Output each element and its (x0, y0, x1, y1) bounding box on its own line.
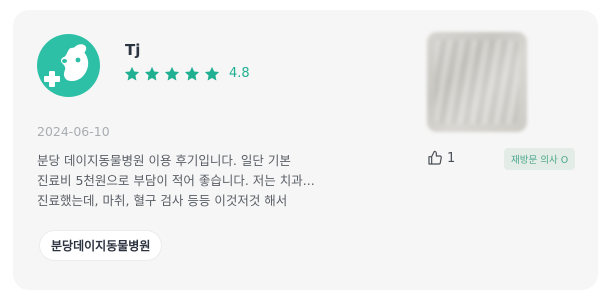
review-body-line: 진료했는데, 마취, 혈구 검사 등등 이것저것 해서 (37, 193, 288, 208)
review-photo-thumbnail[interactable] (427, 32, 527, 132)
star-icon (124, 66, 140, 81)
author-name: Tj (125, 41, 141, 59)
hospital-tag[interactable]: 분당데이지동물병원 (40, 231, 162, 260)
star-icon (204, 66, 220, 81)
review-date: 2024-06-10 (37, 124, 110, 139)
star-rating: 4.8 (123, 65, 250, 83)
star-icon (144, 66, 160, 81)
review-body[interactable]: 분당 데이지동물병원 이용 후기입니다. 일단 기본 진료비 5천원으로 부담이… (37, 151, 327, 211)
thumbs-up-icon (428, 150, 442, 165)
like-button[interactable]: 1 (427, 150, 455, 166)
rating-value: 4.8 (229, 66, 250, 81)
vet-dog-icon (44, 44, 89, 87)
review-body-line: 분당 데이지동물병원 이용 후기입니다. 일단 기본 (37, 153, 291, 168)
avatar (37, 34, 100, 97)
revisit-badge: 재방문 의사 O (504, 148, 576, 170)
review-body-line: 진료비 5천원으로 부담이 적어 좋습니다. 저는 치과... (37, 173, 315, 188)
star-icon (184, 66, 200, 81)
like-count: 1 (447, 150, 456, 166)
star-icon (164, 66, 180, 81)
review-card: Tj 4.8 2024-06-10 분당 데이지동물병원 이용 후기입니다. 일… (13, 10, 598, 290)
